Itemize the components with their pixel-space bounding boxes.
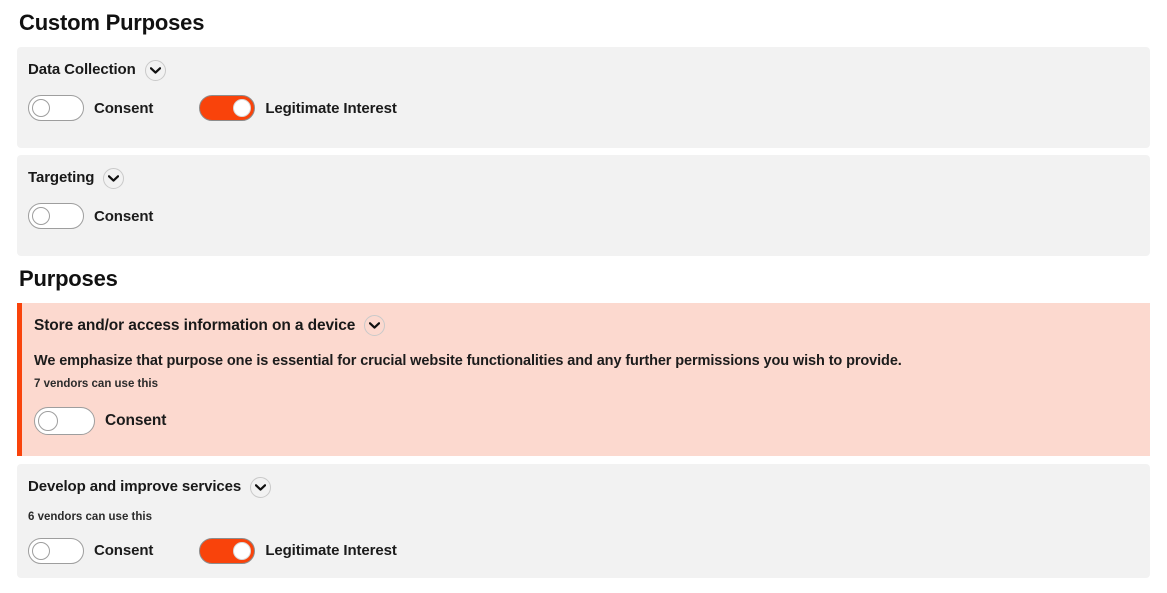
purpose-card-store-access-information: Store and/or access information on a dev… xyxy=(17,303,1150,456)
custom-purpose-card-data-collection: Data Collection Consent Legitimate Inter… xyxy=(17,47,1150,148)
purpose-vendor-count: 7 vendors can use this xyxy=(34,378,158,391)
toggle-row: Consent xyxy=(28,203,1150,229)
legitimate-interest-toggle-label: Legitimate Interest xyxy=(265,542,397,560)
consent-toggle[interactable] xyxy=(34,407,95,436)
toggle-group-consent: Consent xyxy=(28,95,153,121)
toggle-group-consent: Consent xyxy=(28,537,154,564)
card-header: Store and/or access information on a dev… xyxy=(34,315,1150,336)
toggle-group-consent: Consent xyxy=(34,407,167,436)
chevron-down-icon[interactable] xyxy=(364,315,386,336)
consent-toggle-label: Consent xyxy=(105,412,167,430)
consent-toggle[interactable] xyxy=(28,95,84,121)
toggle-knob xyxy=(32,99,50,117)
toggle-row: Consent xyxy=(34,407,1150,436)
consent-toggle[interactable] xyxy=(28,203,84,229)
toggle-knob xyxy=(233,541,252,560)
purpose-title: Develop and improve services xyxy=(28,478,242,496)
toggle-knob xyxy=(38,411,58,432)
card-header: Data Collection xyxy=(28,60,1150,81)
card-header: Targeting xyxy=(28,168,1150,189)
toggle-knob xyxy=(32,207,50,225)
purposes-heading: Purposes xyxy=(19,266,118,291)
legitimate-interest-toggle[interactable] xyxy=(199,537,256,564)
chevron-down-icon[interactable] xyxy=(144,60,166,81)
custom-purpose-title: Targeting xyxy=(28,169,95,187)
toggle-group-legitimate-interest: Legitimate Interest xyxy=(199,537,397,564)
chevron-down-icon[interactable] xyxy=(250,477,272,498)
legitimate-interest-toggle[interactable] xyxy=(199,95,256,121)
consent-toggle-label: Consent xyxy=(94,542,154,560)
custom-purpose-title: Data Collection xyxy=(28,61,136,79)
purpose-vendor-count: 6 vendors can use this xyxy=(28,511,152,523)
purpose-card-develop-improve-services: Develop and improve services 6 vendors c… xyxy=(17,464,1150,578)
purpose-description: We emphasize that purpose one is essenti… xyxy=(34,353,902,369)
consent-toggle-label: Consent xyxy=(94,207,154,225)
toggle-knob xyxy=(32,541,50,560)
purpose-title: Store and/or access information on a dev… xyxy=(34,316,356,334)
toggle-knob xyxy=(233,99,252,117)
toggle-group-consent: Consent xyxy=(28,203,153,229)
custom-purposes-heading: Custom Purposes xyxy=(19,10,205,35)
toggle-row: Consent Legitimate Interest xyxy=(28,95,1150,121)
chevron-down-icon[interactable] xyxy=(103,168,125,189)
legitimate-interest-toggle-label: Legitimate Interest xyxy=(265,99,397,117)
consent-toggle-label: Consent xyxy=(94,99,154,117)
toggle-group-legitimate-interest: Legitimate Interest xyxy=(199,95,397,121)
consent-preferences-page: Custom Purposes Data Collection Consent xyxy=(0,0,1167,593)
custom-purpose-card-targeting: Targeting Consent xyxy=(17,155,1150,256)
consent-toggle[interactable] xyxy=(28,537,84,564)
card-header: Develop and improve services xyxy=(28,477,1150,498)
toggle-row: Consent Legitimate Interest xyxy=(28,537,1150,564)
